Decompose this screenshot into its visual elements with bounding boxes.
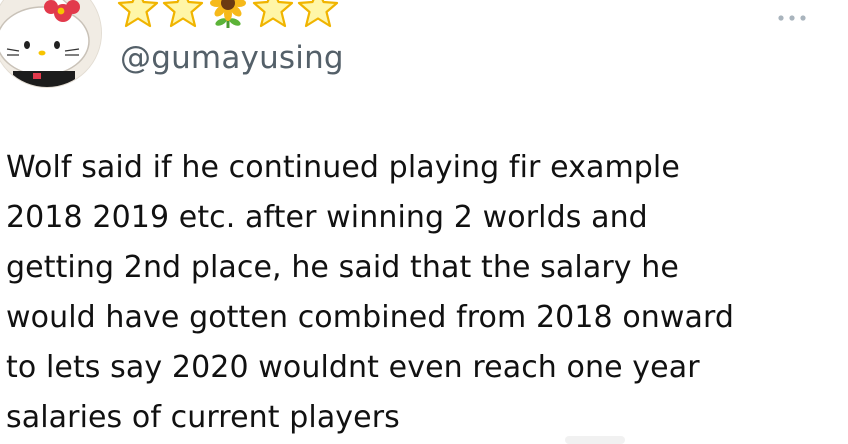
star-emoji-icon [117, 0, 159, 28]
star-emoji-icon [252, 0, 294, 28]
author-handle[interactable]: @gumayusing [120, 40, 344, 76]
more-button[interactable] [772, 8, 812, 28]
sunflower-emoji-icon [210, 0, 246, 28]
avatar[interactable] [0, 0, 102, 88]
display-name [116, 0, 340, 30]
display-name-emojis [116, 0, 340, 30]
star-emoji-icon [162, 0, 204, 28]
more-horizontal-icon [778, 15, 806, 21]
star-emoji-icon [297, 0, 339, 28]
post-text: Wolf said if he continued playing fir ex… [6, 150, 735, 435]
hello-kitty-avatar-image [0, 0, 101, 87]
